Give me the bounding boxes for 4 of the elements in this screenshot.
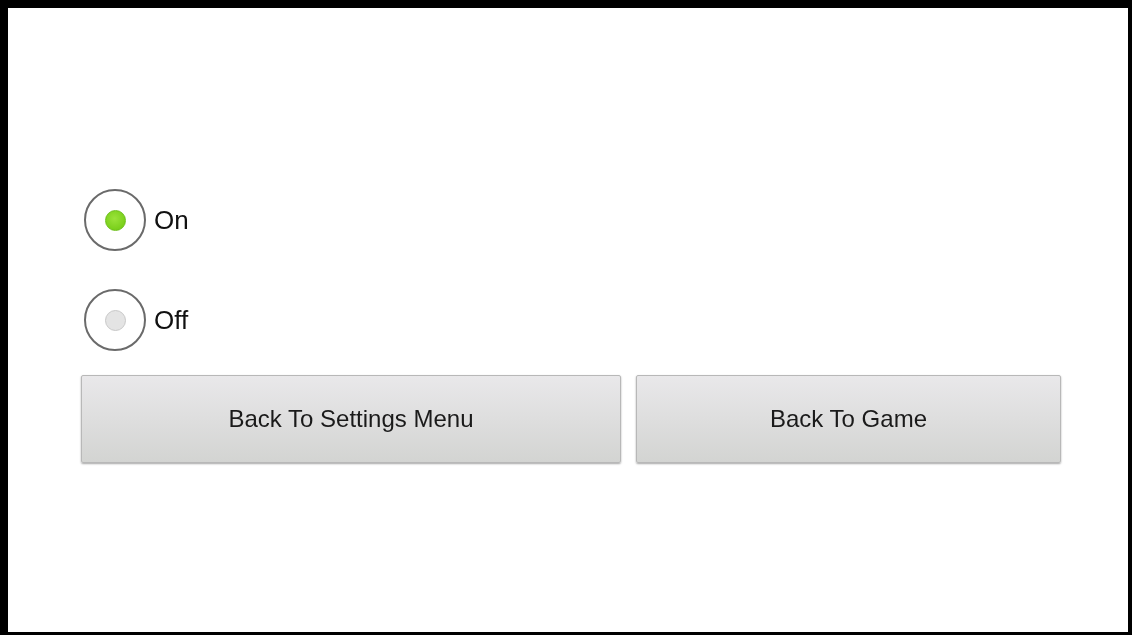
nav-button[interactable]: Back To Settings Menu [81,375,621,463]
option-label: Off [154,304,189,336]
nav-button[interactable]: Back To Game [636,375,1061,463]
option-label: On [154,204,189,236]
